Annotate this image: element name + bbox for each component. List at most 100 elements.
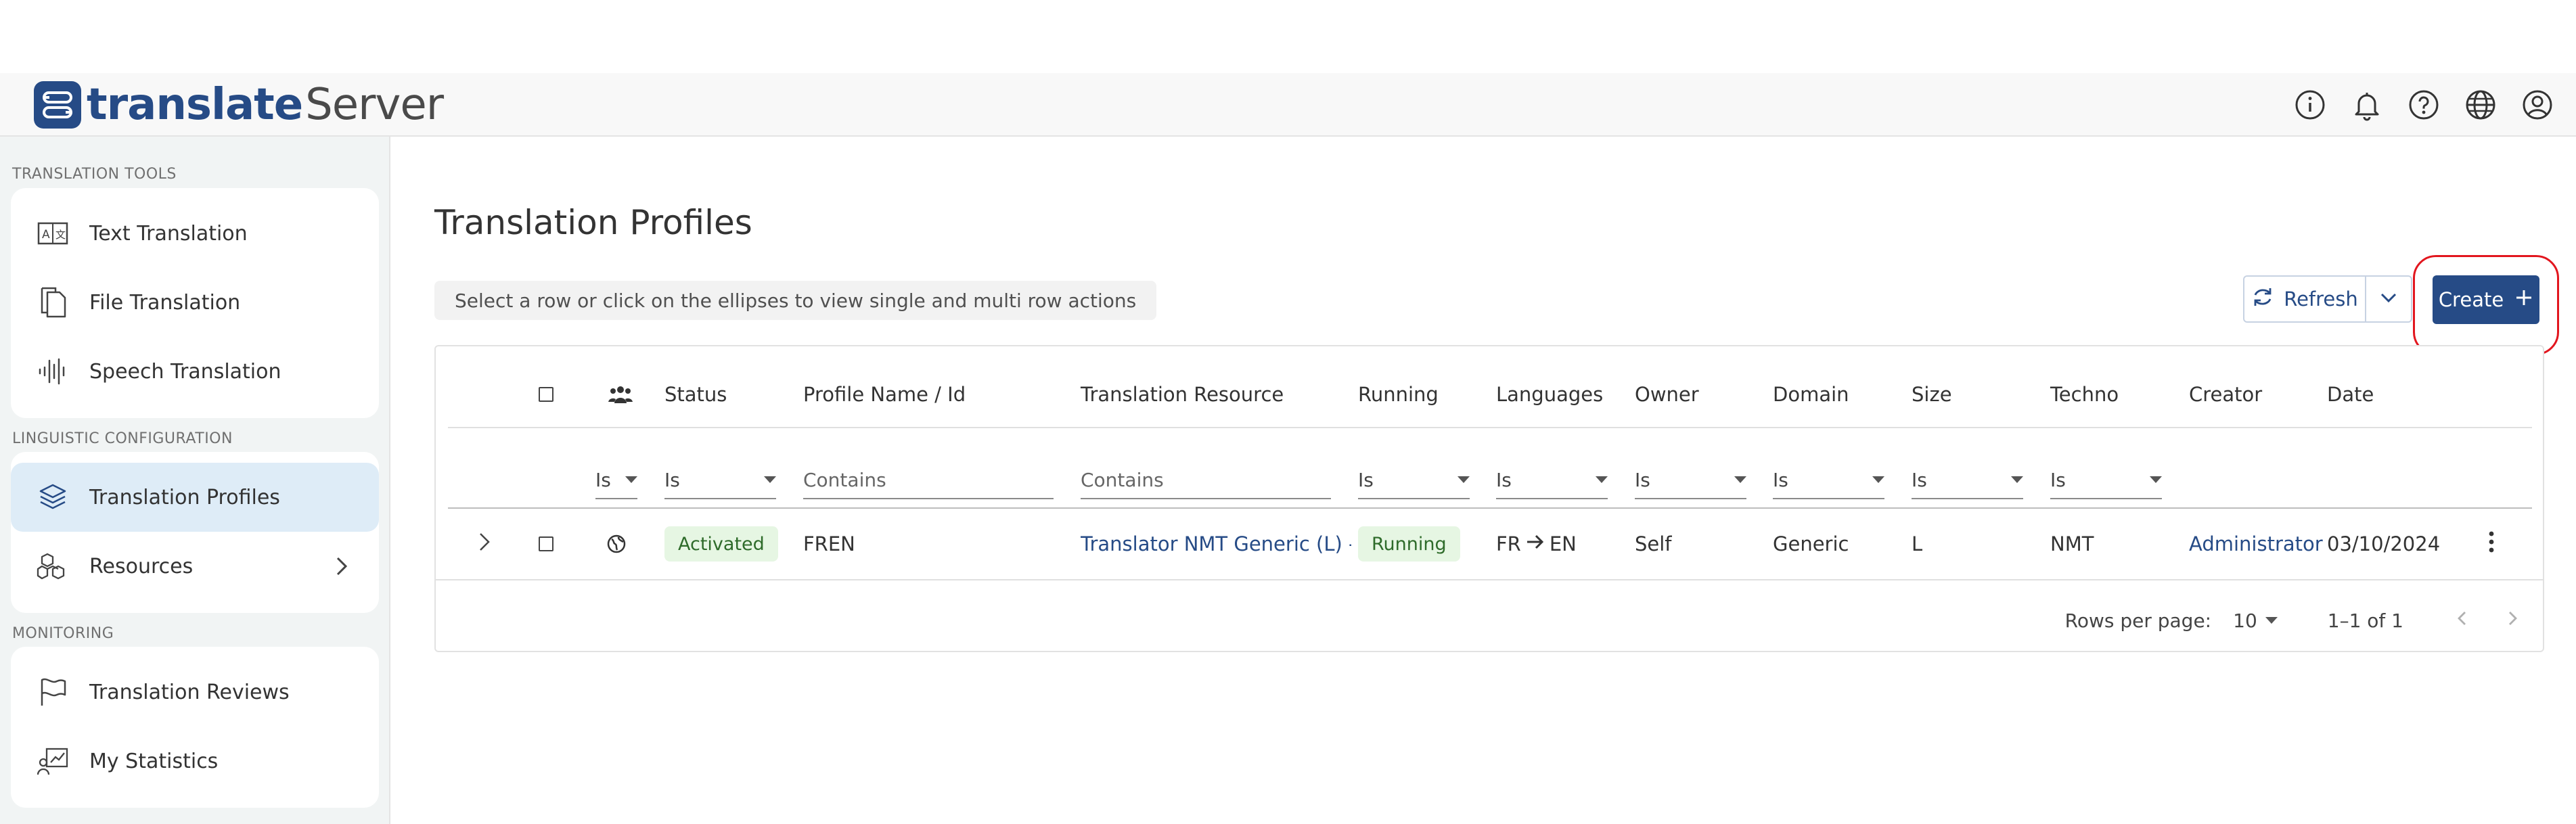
filter-owner[interactable]: Is: [1635, 461, 1746, 499]
help-icon[interactable]: [2407, 88, 2441, 122]
create-label: Create: [2438, 288, 2504, 311]
column-header-creator[interactable]: Creator: [2189, 376, 2262, 413]
next-page-button[interactable]: [2502, 608, 2523, 633]
running-badge: Running: [1358, 526, 1460, 562]
info-icon[interactable]: [2293, 88, 2327, 122]
pagination: Rows per page: 10 1–1 of 1: [2065, 603, 2523, 637]
create-button[interactable]: Create: [2433, 275, 2539, 324]
sidebar-item-speech-translation[interactable]: Speech Translation: [11, 337, 379, 406]
column-header-resource[interactable]: Translation Resource: [1081, 376, 1284, 413]
refresh-options-dropdown[interactable]: [2366, 277, 2411, 321]
chevron-right-icon: [474, 530, 494, 558]
rows-per-page-select[interactable]: 10: [2233, 610, 2278, 632]
filter-divider: [448, 507, 2532, 509]
filter-languages[interactable]: Is: [1496, 461, 1608, 499]
sidebar-item-label: Translation Profiles: [89, 485, 280, 509]
owner-group-icon: [608, 376, 633, 413]
sidebar: TRANSLATION TOOLS A文 Text Translation Fi…: [0, 137, 390, 824]
globe-icon[interactable]: [2464, 88, 2498, 122]
filter-owner-group[interactable]: Is: [595, 461, 637, 499]
top-spacer: [0, 0, 2576, 73]
logo-text-translate: translate: [87, 80, 303, 130]
row-divider: [436, 579, 2544, 580]
filter-techno[interactable]: Is: [2050, 461, 2162, 499]
row-expand-button[interactable]: [474, 526, 494, 562]
date-value: 03/10/2024: [2327, 532, 2441, 555]
refresh-icon: [2251, 285, 2274, 313]
profile-name[interactable]: FREN: [803, 526, 855, 562]
svg-text:A: A: [42, 228, 50, 242]
sidebar-item-translation-profiles[interactable]: Translation Profiles: [11, 463, 379, 532]
page-title: Translation Profiles: [434, 203, 752, 242]
page-range: 1–1 of 1: [2327, 609, 2403, 632]
creator-link[interactable]: Administrator: [2189, 526, 2323, 562]
section-monitoring: Translation Reviews My Statistics: [11, 647, 379, 808]
size-value: L: [1912, 532, 1923, 555]
bell-icon[interactable]: [2350, 88, 2384, 122]
section-title-translation-tools: TRANSLATION TOOLS: [12, 166, 177, 183]
sidebar-item-my-statistics[interactable]: My Statistics: [11, 727, 379, 796]
section-translation-tools: A文 Text Translation File Translation Spe…: [11, 188, 379, 418]
column-header-profile[interactable]: Profile Name / Id: [803, 376, 966, 413]
sidebar-item-translation-reviews[interactable]: Translation Reviews: [11, 658, 379, 727]
account-icon[interactable]: [2521, 88, 2554, 122]
column-header-languages[interactable]: Languages: [1496, 376, 1603, 413]
previous-page-button[interactable]: [2452, 608, 2472, 633]
column-header-status[interactable]: Status: [664, 376, 727, 413]
refresh-button-group: Refresh: [2243, 275, 2412, 323]
sidebar-item-label: Speech Translation: [89, 359, 281, 384]
svg-text:文: 文: [55, 229, 66, 241]
column-header-size[interactable]: Size: [1912, 376, 1952, 413]
refresh-label: Refresh: [2284, 288, 2358, 311]
section-title-linguistic-configuration: LINGUISTIC CONFIGURATION: [12, 430, 233, 447]
filter-resource-input[interactable]: [1081, 461, 1331, 499]
section-linguistic-configuration: Translation Profiles Resources: [11, 452, 379, 613]
globe-icon: [606, 526, 627, 562]
column-header-date[interactable]: Date: [2327, 376, 2374, 413]
app-header: translate Server: [0, 73, 2576, 137]
sidebar-item-resources[interactable]: Resources: [11, 532, 379, 601]
plus-icon: [2514, 288, 2533, 312]
column-header-owner[interactable]: Owner: [1635, 376, 1699, 413]
filter-profile-input[interactable]: [803, 461, 1054, 499]
column-header-running[interactable]: Running: [1358, 376, 1439, 413]
owner-value: Self: [1635, 532, 1672, 555]
language-to: EN: [1549, 532, 1577, 555]
languages-cell: FR EN: [1496, 526, 1577, 562]
section-title-monitoring: MONITORING: [12, 625, 114, 642]
filter-profile-field[interactable]: [803, 468, 1054, 491]
filter-status[interactable]: Is: [664, 461, 776, 499]
chevron-down-icon: [2378, 288, 2399, 311]
layers-icon: [37, 481, 69, 513]
row-checkbox[interactable]: [539, 526, 553, 562]
app-logo[interactable]: translate Server: [34, 73, 444, 137]
domain-value: Generic: [1773, 532, 1849, 555]
chevron-right-icon: [329, 554, 353, 581]
row-actions-button[interactable]: [2485, 526, 2498, 562]
sidebar-item-file-translation[interactable]: File Translation: [11, 268, 379, 337]
filter-domain[interactable]: Is: [1773, 461, 1884, 499]
flag-icon: [37, 676, 69, 708]
text-translation-icon: A文: [37, 217, 69, 250]
status-badge: Activated: [664, 526, 778, 562]
translation-resource-link[interactable]: Translator NMT Generic (L) - F: [1081, 526, 1351, 562]
sidebar-item-label: Text Translation: [89, 221, 248, 246]
filter-size[interactable]: Is: [1912, 461, 2023, 499]
header-divider: [448, 427, 2532, 428]
rows-per-page-label: Rows per page:: [2064, 609, 2212, 632]
cubes-icon: [37, 550, 69, 582]
profiles-table: Status Profile Name / Id Translation Res…: [434, 345, 2544, 652]
filter-running[interactable]: Is: [1358, 461, 1470, 499]
logo-text-server: Server: [305, 80, 444, 130]
filter-resource-field[interactable]: [1081, 468, 1331, 491]
header-actions: [2293, 73, 2554, 137]
refresh-button[interactable]: Refresh: [2244, 277, 2366, 321]
selection-hint: Select a row or click on the ellipses to…: [434, 281, 1157, 320]
sidebar-item-label: My Statistics: [89, 749, 219, 773]
sidebar-item-label: Translation Reviews: [89, 680, 290, 704]
select-all-checkbox[interactable]: [539, 376, 553, 413]
sidebar-item-text-translation[interactable]: A文 Text Translation: [11, 199, 379, 268]
column-header-techno[interactable]: Techno: [2050, 376, 2119, 413]
arrow-right-icon: [1525, 532, 1545, 555]
column-header-domain[interactable]: Domain: [1773, 376, 1849, 413]
